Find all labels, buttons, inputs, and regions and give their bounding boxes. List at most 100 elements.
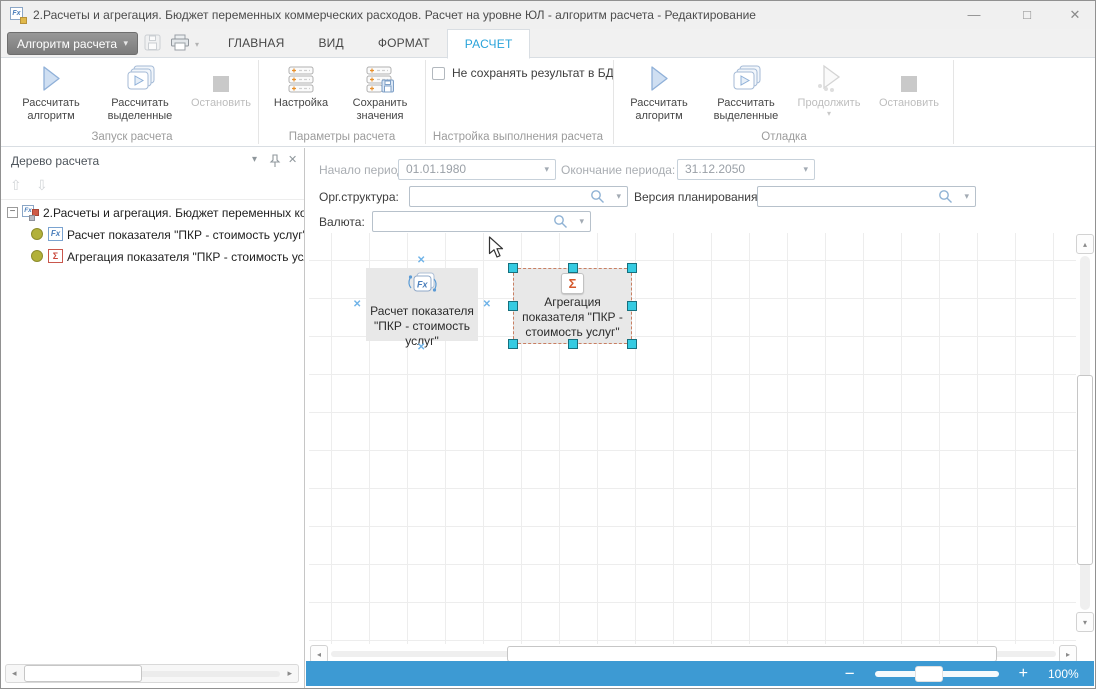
selection-handle[interactable] (627, 301, 637, 311)
connection-point-icon[interactable]: ✕ (353, 300, 361, 310)
chevron-down-icon[interactable]: ▾ (964, 192, 969, 201)
panel-menu-icon[interactable]: ▾ (252, 154, 257, 165)
plan-version-combo[interactable]: ▾ (757, 186, 976, 207)
ribbon-separator (425, 60, 426, 144)
tree-item-calc[interactable]: Fx Расчет показателя "ПКР - стоимость ус… (1, 224, 304, 246)
app-menu-button[interactable]: Алгоритм расчета ▾ (7, 32, 138, 55)
search-icon[interactable] (553, 214, 568, 234)
settings-list-icon (265, 61, 337, 95)
chevron-down-icon[interactable]: ▾ (616, 192, 621, 201)
minimize-button[interactable]: — (953, 1, 995, 29)
calc-tree: − Fx 2.Расчеты и агрегация. Бюджет перем… (1, 200, 304, 658)
scroll-down-button[interactable]: ▾ (1076, 612, 1094, 632)
tab-calculation[interactable]: РАСЧЕТ (446, 29, 531, 59)
connection-point-icon[interactable]: ✕ (417, 256, 425, 266)
node-calc-indicator[interactable]: ✕ ✕ ✕ ✕ Fx Расчет показателя "ПКР - стои… (353, 256, 491, 353)
sigma-icon: Σ (561, 273, 584, 294)
zoom-slider-thumb[interactable] (914, 665, 943, 682)
ribbon: Рассчитать алгоритм Рассчитать выделенны… (1, 58, 1095, 147)
save-values-button[interactable]: Сохранить значения (339, 61, 421, 129)
zoom-in-button[interactable]: + (1019, 665, 1028, 682)
org-structure-combo[interactable]: ▾ (409, 186, 628, 207)
tab-view[interactable]: ВИД (301, 29, 360, 58)
scrollbar-thumb[interactable] (24, 665, 142, 682)
selection-handle[interactable] (567, 339, 578, 349)
titlebar: Fx 2.Расчеты и агрегация. Бюджет перемен… (1, 1, 1095, 29)
svg-text:Fx: Fx (417, 280, 428, 290)
play-icon (13, 61, 89, 95)
scroll-left-icon[interactable]: ◂ (12, 668, 17, 679)
save-values-icon (339, 61, 421, 95)
save-icon[interactable] (144, 34, 161, 56)
print-icon[interactable] (170, 34, 190, 56)
panel-title: Дерево расчета (11, 154, 100, 168)
selection-handle[interactable] (627, 263, 637, 273)
debug-stop-button: Остановить (869, 61, 949, 129)
currency-combo[interactable]: ▾ (372, 211, 591, 232)
tab-format[interactable]: ФОРМАТ (361, 29, 447, 58)
chevron-down-icon: ▾ (544, 164, 549, 174)
group-label-launch: Запуск расчета (91, 131, 173, 143)
settings-button[interactable]: Настройка (265, 61, 337, 129)
stacked-play-icon (93, 61, 187, 95)
connection-point-icon[interactable]: ✕ (417, 343, 425, 353)
maximize-button[interactable]: □ (1006, 1, 1048, 29)
app-window: Fx 2.Расчеты и агрегация. Бюджет перемен… (0, 0, 1096, 689)
chevron-down-icon: ▾ (826, 108, 831, 118)
chevron-down-icon: ▾ (803, 164, 808, 174)
panel-toolbar: ⇧ ⇩ (1, 174, 304, 200)
tree-root-row[interactable]: − Fx 2.Расчеты и агрегация. Бюджет перем… (1, 202, 304, 224)
currency-label: Валюта: (319, 215, 365, 229)
selection-handle[interactable] (567, 263, 578, 273)
no-save-checkbox[interactable] (432, 66, 445, 80)
diagram-canvas[interactable]: ✕ ✕ ✕ ✕ Fx Расчет показателя "ПКР - стои… (309, 233, 1076, 644)
qat-chevron-down-icon[interactable]: ▾ (195, 40, 199, 49)
search-icon[interactable] (938, 189, 953, 209)
plan-version-label: Версия планирования: (634, 190, 761, 204)
zoom-out-button[interactable]: − (845, 665, 855, 682)
move-up-icon[interactable]: ⇧ (10, 177, 22, 194)
zoom-level: 100% (1048, 666, 1079, 681)
move-down-icon[interactable]: ⇩ (36, 177, 48, 194)
selection-handle[interactable] (508, 301, 518, 311)
stop-icon (869, 61, 949, 95)
panel-close-icon[interactable]: ✕ (288, 153, 297, 166)
fx-loop-icon: Fx (366, 270, 478, 303)
debug-calc-algorithm-button[interactable]: Рассчитать алгоритм (621, 61, 697, 129)
calc-algorithm-button[interactable]: Рассчитать алгоритм (13, 61, 89, 129)
panel-horizontal-scrollbar[interactable]: ◂ ▸ (5, 664, 299, 683)
collapse-icon[interactable]: − (7, 207, 18, 218)
period-end-combo: 31.12.2050 ▾ (677, 159, 815, 180)
search-icon[interactable] (590, 189, 605, 209)
tree-item-label: Агрегация показателя "ПКР - стоимость ус… (67, 250, 304, 264)
ribbon-tabs: ГЛАВНАЯ ВИД ФОРМАТ РАСЧЕТ (211, 29, 531, 59)
vertical-scrollbar-thumb[interactable] (1077, 375, 1093, 565)
connection-point-icon[interactable]: ✕ (483, 300, 491, 310)
debug-calc-selected-button[interactable]: Рассчитать выделенные (701, 61, 791, 129)
calc-selected-button[interactable]: Рассчитать выделенные (93, 61, 187, 129)
selection-handle[interactable] (508, 263, 518, 273)
status-circle-icon (31, 228, 43, 240)
scroll-up-button[interactable]: ▴ (1076, 234, 1094, 254)
org-structure-label: Орг.структура: (319, 190, 399, 204)
panel-header: Дерево расчета ▾ ✕ (1, 148, 304, 174)
tree-item-aggregation[interactable]: Σ Агрегация показателя "ПКР - стоимость … (1, 246, 304, 268)
horizontal-scrollbar-thumb[interactable] (507, 646, 997, 662)
node-aggregation-indicator[interactable]: Σ Агрегация показателя "ПКР - стоимость … (508, 263, 637, 349)
app-menu-label: Алгоритм расчета (17, 36, 118, 51)
ribbon-separator (258, 60, 259, 144)
ribbon-separator (953, 60, 954, 144)
selection-handle[interactable] (627, 339, 637, 349)
pin-icon[interactable] (269, 154, 281, 173)
selection-handle[interactable] (508, 339, 518, 349)
tab-main[interactable]: ГЛАВНАЯ (211, 29, 301, 58)
chevron-down-icon[interactable]: ▾ (579, 217, 584, 226)
scroll-right-icon[interactable]: ▸ (287, 668, 292, 679)
algorithm-icon: Fx (22, 205, 40, 221)
zoom-slider[interactable] (874, 664, 999, 684)
stop-button: Остановить (189, 61, 253, 129)
close-button[interactable]: ✕ (1054, 1, 1095, 29)
stacked-play-icon (701, 61, 791, 95)
group-label-exec: Настройка выполнения расчета (432, 131, 604, 143)
app-logo-icon: Fx (10, 7, 28, 24)
